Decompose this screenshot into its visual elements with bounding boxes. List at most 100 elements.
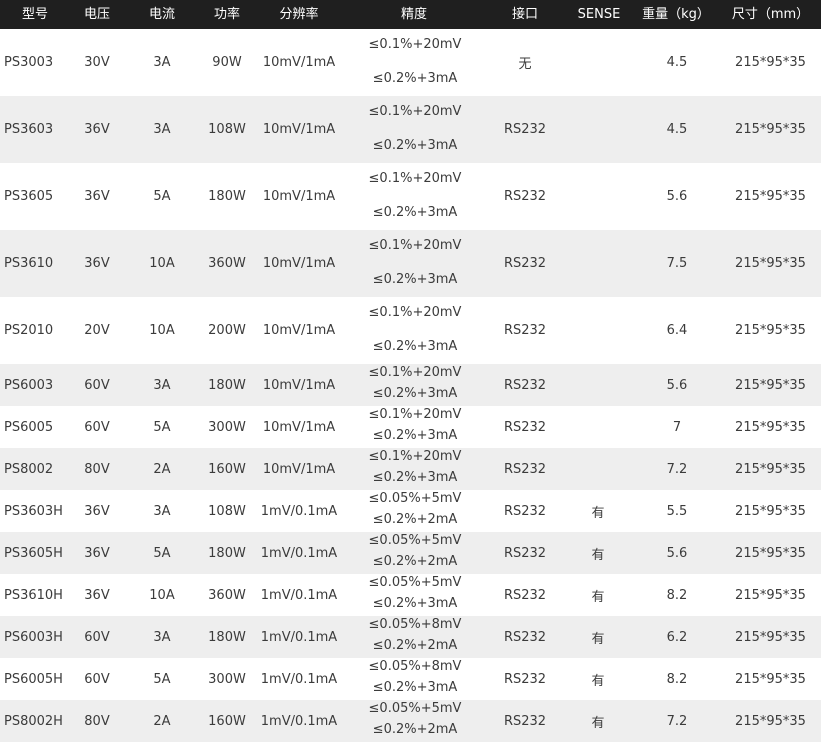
power-cell: 108W <box>208 122 246 137</box>
resolution-cell: 10mV/1mA <box>262 461 336 477</box>
current-cell: 3A <box>153 503 171 519</box>
weight-cell: 4.5 <box>666 122 688 137</box>
table-header: 型号 电压 电流 功率 分辨率 精度 接口 SENSE 重量（kg） 尺寸（mm） <box>0 0 821 29</box>
accuracy-cell: ≤0.05%+5mV ≤0.2%+3mA <box>340 574 490 616</box>
power-cell: 300W <box>208 419 246 435</box>
voltage-cell: 36V <box>84 587 110 603</box>
size-cell: 215*95*35 <box>735 713 806 729</box>
resolution-cell: 10mV/1mA <box>262 377 336 393</box>
current-cell: 10A <box>149 256 175 271</box>
header-cell: SENSE <box>577 7 621 22</box>
weight-cell: 5.5 <box>666 503 688 519</box>
weight-cell: 7 <box>672 419 682 435</box>
weight-cell: 5.6 <box>666 189 688 204</box>
interface-cell: RS232 <box>503 629 547 645</box>
size-cell: 215*95*35 <box>735 122 806 137</box>
voltage-cell: 60V <box>84 377 110 393</box>
accuracy-current: ≤0.2%+3mA <box>372 428 458 443</box>
accuracy-voltage: ≤0.05%+5mV <box>368 575 462 590</box>
weight-cell: 7.2 <box>666 713 688 729</box>
voltage-cell: 36V <box>84 545 110 561</box>
accuracy-voltage: ≤0.1%+20mV <box>368 305 462 320</box>
voltage-cell: 36V <box>84 503 110 519</box>
model-cell: PS6005 <box>4 419 54 435</box>
sense-cell <box>566 364 630 406</box>
power-cell: 160W <box>208 461 246 477</box>
voltage-cell: 30V <box>84 55 110 70</box>
accuracy-current: ≤0.2%+2mA <box>372 638 458 653</box>
power-cell: 180W <box>208 545 246 561</box>
model-cell: PS3605 <box>4 189 54 204</box>
resolution-cell: 10mV/1mA <box>262 323 336 338</box>
accuracy-voltage: ≤0.1%+20mV <box>368 449 462 464</box>
power-cell: 108W <box>208 503 246 519</box>
voltage-cell: 20V <box>84 323 110 338</box>
sense-cell: 有 <box>591 673 605 689</box>
accuracy-voltage: ≤0.1%+20mV <box>368 238 462 253</box>
weight-cell: 7.2 <box>666 461 688 477</box>
interface-cell: RS232 <box>503 587 547 603</box>
accuracy-current: ≤0.2%+2mA <box>372 722 458 737</box>
sense-cell <box>566 96 630 163</box>
voltage-cell: 36V <box>84 256 110 271</box>
table-row: PS2010 20V 10A 200W 10mV/1mA ≤0.1%+20mV ≤0.2%+… <box>0 297 821 364</box>
model-cell: PS3610 <box>4 256 54 271</box>
voltage-cell: 36V <box>84 189 110 204</box>
interface-cell: RS232 <box>503 122 547 137</box>
accuracy-cell: ≤0.1%+20mV ≤0.2%+3mA <box>340 29 490 96</box>
voltage-cell: 80V <box>84 461 110 477</box>
power-cell: 160W <box>208 713 246 729</box>
model-cell: PS3603H <box>4 503 63 519</box>
current-cell: 3A <box>153 377 171 393</box>
accuracy-voltage: ≤0.05%+8mV <box>368 659 462 674</box>
weight-cell: 4.5 <box>666 55 688 70</box>
model-cell: PS3003 <box>4 55 54 70</box>
current-cell: 3A <box>153 629 171 645</box>
weight-cell: 7.5 <box>666 256 688 271</box>
table-row: PS3605H 36V 5A 180W 1mV/0.1mA ≤0.05%+5mV ≤0.2%… <box>0 532 821 574</box>
power-cell: 360W <box>208 587 246 603</box>
header-cell: 电流 <box>148 7 175 22</box>
weight-cell: 6.2 <box>666 629 688 645</box>
accuracy-cell: ≤0.05%+5mV ≤0.2%+2mA <box>340 490 490 532</box>
current-cell: 2A <box>153 461 171 477</box>
sense-cell: 有 <box>591 589 605 605</box>
table-row: PS3610H 36V 10A 360W 1mV/0.1mA ≤0.05%+5mV ≤0.2… <box>0 574 821 616</box>
power-cell: 300W <box>208 671 246 687</box>
resolution-cell: 10mV/1mA <box>262 256 336 271</box>
voltage-cell: 36V <box>84 122 110 137</box>
header-cell: 精度 <box>400 7 427 22</box>
interface-cell: RS232 <box>503 256 547 271</box>
resolution-cell: 1mV/0.1mA <box>260 503 338 519</box>
power-cell: 180W <box>208 629 246 645</box>
model-cell: PS8002 <box>4 461 54 477</box>
sense-cell <box>566 448 630 490</box>
power-cell: 180W <box>208 189 246 204</box>
accuracy-cell: ≤0.1%+20mV ≤0.2%+3mA <box>340 406 490 448</box>
sense-cell: 有 <box>591 631 605 647</box>
resolution-cell: 1mV/0.1mA <box>260 545 338 561</box>
header-cell: 尺寸（mm） <box>731 7 810 22</box>
current-cell: 3A <box>153 122 171 137</box>
accuracy-current: ≤0.2%+2mA <box>372 554 458 569</box>
table-row: PS6003H 60V 3A 180W 1mV/0.1mA ≤0.05%+8mV ≤0.2%… <box>0 616 821 658</box>
table-row: PS3603 36V 3A 108W 10mV/1mA ≤0.1%+20mV ≤0.2%+3… <box>0 96 821 163</box>
accuracy-cell: ≤0.1%+20mV ≤0.2%+3mA <box>340 364 490 406</box>
accuracy-voltage: ≤0.05%+5mV <box>368 701 462 716</box>
accuracy-voltage: ≤0.1%+20mV <box>368 365 462 380</box>
interface-cell: RS232 <box>503 323 547 338</box>
accuracy-current: ≤0.2%+3mA <box>372 386 458 401</box>
weight-cell: 5.6 <box>666 377 688 393</box>
resolution-cell: 10mV/1mA <box>262 122 336 137</box>
power-cell: 90W <box>212 55 242 70</box>
accuracy-voltage: ≤0.05%+5mV <box>368 491 462 506</box>
table-row: PS8002 80V 2A 160W 10mV/1mA ≤0.1%+20mV ≤0.2%+3… <box>0 448 821 490</box>
resolution-cell: 1mV/0.1mA <box>260 713 338 729</box>
table-row: PS6003 60V 3A 180W 10mV/1mA ≤0.1%+20mV ≤0.2%+3… <box>0 364 821 406</box>
weight-cell: 8.2 <box>666 671 688 687</box>
current-cell: 10A <box>149 323 175 338</box>
interface-cell: RS232 <box>503 713 547 729</box>
size-cell: 215*95*35 <box>735 189 806 204</box>
size-cell: 215*95*35 <box>735 419 806 435</box>
model-cell: PS6005H <box>4 671 63 687</box>
